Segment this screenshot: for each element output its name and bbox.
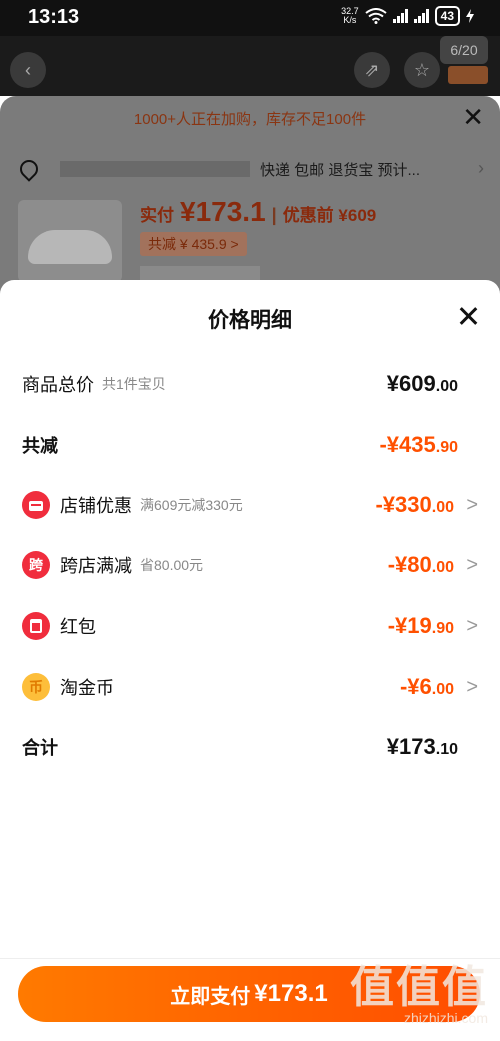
shoe-image [28,230,112,264]
amount-main: -¥19 [387,613,432,638]
row-sub: 共1件宝贝 [102,376,166,392]
page-badge [448,66,488,84]
product-thumbnail [18,200,122,282]
row-grand-total: 合计 ¥173 .10 [22,727,478,767]
row-label: 红包 [60,617,96,637]
network-speed: 32.7 K/s [341,7,359,25]
amount-main: -¥6 [399,674,432,699]
price-label: 实付 [140,206,174,225]
chevron-right-icon: > [466,675,478,698]
row-sub: 省80.00元 [140,557,204,573]
price-separator: | [271,205,277,225]
status-time: 13:13 [28,6,80,28]
cross-store-icon: 跨 [22,551,50,579]
background-header: ‹ ⇗ ☆ 6/20 [0,36,500,96]
row-label: 商品总价 [22,375,94,395]
amount-decimal: .10 [435,741,458,758]
amount-main: ¥609 [386,371,436,396]
amount-decimal: .00 [431,559,454,576]
row-amount: -¥80 .00 [388,552,454,578]
price-detail-sheet: 价格明细 商品总价 共1件宝贝 ¥609 .00 共减 -¥435 .90 店铺… [0,280,500,1041]
amount-decimal: .90 [431,620,454,637]
amount-main: -¥330 [375,492,432,517]
row-amount: -¥19 .90 [388,613,454,639]
image-page-count: 6/20 [440,36,488,64]
location-pin-icon [16,156,42,182]
shop-discount-icon [22,491,50,519]
close-icon: ✕ [462,102,484,132]
signal-icon [392,9,408,23]
amount-decimal: .00 [435,378,458,395]
star-icon: ☆ [404,52,440,88]
delivery-info: 快递 包邮 退货宝 预计... [260,161,421,179]
row-red-packet[interactable]: 红包 -¥19 .90 > [22,606,478,646]
tao-coin-icon: 币 [22,673,50,701]
bottom-divider [0,958,500,959]
row-amount: -¥6 .00 [400,674,454,700]
row-shop-discount[interactable]: 店铺优惠 满609元减330元 -¥330 .00 > [22,485,478,525]
pay-amount: ¥173.1 [254,980,328,1007]
stock-banner: 1000+人正在加购，库存不足100件 [133,111,367,128]
close-icon[interactable] [456,304,480,328]
row-label: 合计 [22,738,58,758]
wifi-icon [365,8,387,24]
sheet-title: 价格明细 [208,309,292,332]
row-total-goods: 商品总价 共1件宝贝 ¥609 .00 [22,364,478,404]
amount-decimal: .90 [435,439,458,456]
row-label: 共减 [22,436,58,456]
chevron-right-icon: > [466,553,478,576]
battery-icon: 43 [434,6,460,26]
reduce-tag: 共减 ¥ 435.9 > [140,232,247,256]
background-sku-sheet: 1000+人正在加购，库存不足100件 ✕ 快递 包邮 退货宝 预计... › … [0,96,500,306]
signal-icon-2 [413,9,429,23]
background-strip [140,266,260,280]
row-amount: ¥173 .10 [387,734,458,760]
row-tao-coin[interactable]: 币 淘金币 -¥6 .00 > [22,667,478,707]
amount-decimal: .00 [431,681,454,698]
row-amount: -¥330 .00 [375,492,454,518]
chevron-right-icon: > [466,493,478,516]
row-amount: ¥609 .00 [387,371,458,397]
pay-now-button[interactable]: 立即支付 ¥173.1 [18,966,480,1022]
amount-main: ¥173 [386,734,436,759]
row-total-reduce: 共减 -¥435 .90 [22,425,478,465]
row-label: 淘金币 [60,678,114,698]
network-speed-unit: K/s [343,15,357,25]
blurred-address [60,161,250,177]
red-packet-icon [22,612,50,640]
status-bar: 13:13 32.7 K/s 43 [0,0,500,36]
row-label: 店铺优惠 [60,496,132,516]
row-sub: 满609元减330元 [140,497,243,513]
price-before-discount: 优惠前 ¥609 [282,206,377,225]
row-cross-store-discount[interactable]: 跨 跨店满减 省80.00元 -¥80 .00 > [22,545,478,585]
back-icon: ‹ [10,52,46,88]
share-icon: ⇗ [354,52,390,88]
charging-icon [466,9,474,23]
pay-label: 立即支付 [170,985,251,1008]
price-amount: ¥173.1 [180,196,266,227]
background-price: 实付 ¥173.1 | 优惠前 ¥609 [140,196,376,228]
chevron-right-icon: > [466,614,478,637]
status-icons: 32.7 K/s 43 [341,6,474,26]
amount-main: -¥435 [379,432,436,457]
delivery-address: 快递 包邮 退货宝 预计... [16,156,470,182]
row-amount: -¥435 .90 [379,432,458,458]
amount-decimal: .00 [431,499,454,516]
chevron-right-icon: › [478,158,484,178]
amount-main: -¥80 [387,552,432,577]
row-label: 跨店满减 [60,556,132,576]
